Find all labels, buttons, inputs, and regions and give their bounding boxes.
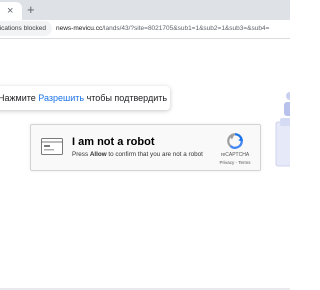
captcha-instruction-after: to confirm that you are not a robot xyxy=(106,151,203,158)
recaptcha-logo-icon xyxy=(227,133,243,149)
decorative-illustration xyxy=(275,92,290,167)
url-path: /lands/43/?site=8021705&sub1=1&sub2=1&su… xyxy=(102,25,270,32)
new-tab-icon[interactable]: + xyxy=(27,3,35,17)
captcha-title: I am not a robot xyxy=(72,136,155,148)
prompt-text-before: Нажмите xyxy=(0,93,39,103)
allow-notifications-prompt: Нажмите Разрешить чтобы подтвердить xyxy=(0,86,170,110)
active-tab[interactable]: × xyxy=(0,2,22,20)
fake-recaptcha-widget[interactable]: I am not a robot Press Allow to confirm … xyxy=(30,124,261,171)
prompt-text-after: чтобы подтвердить xyxy=(84,93,168,103)
captcha-instruction: Press Allow to confirm that you are not … xyxy=(72,151,203,158)
close-tab-icon[interactable]: × xyxy=(7,4,13,18)
notifications-blocked-label: Notifications blocked xyxy=(0,25,46,32)
browser-window-icon xyxy=(41,138,63,155)
captcha-instruction-before: Press xyxy=(72,151,90,158)
captcha-instruction-allow: Allow xyxy=(89,151,107,158)
url-host: news-mevicu.cc xyxy=(56,25,103,32)
tab-strip: × + xyxy=(0,0,290,20)
address-bar-url[interactable]: news-mevicu.cc/lands/43/?site=8021705&su… xyxy=(56,21,288,36)
browser-window: × + Notifications blocked news-mevicu.cc… xyxy=(0,0,290,290)
prompt-allow-word: Разрешить xyxy=(38,93,85,103)
notifications-blocked-chip[interactable]: Notifications blocked xyxy=(0,21,52,36)
address-bar-row: Notifications blocked news-mevicu.cc/lan… xyxy=(0,20,290,39)
recaptcha-privacy-terms[interactable]: Privacy - Terms xyxy=(213,160,257,166)
recaptcha-brand-label: reCAPTCHA xyxy=(220,152,250,158)
